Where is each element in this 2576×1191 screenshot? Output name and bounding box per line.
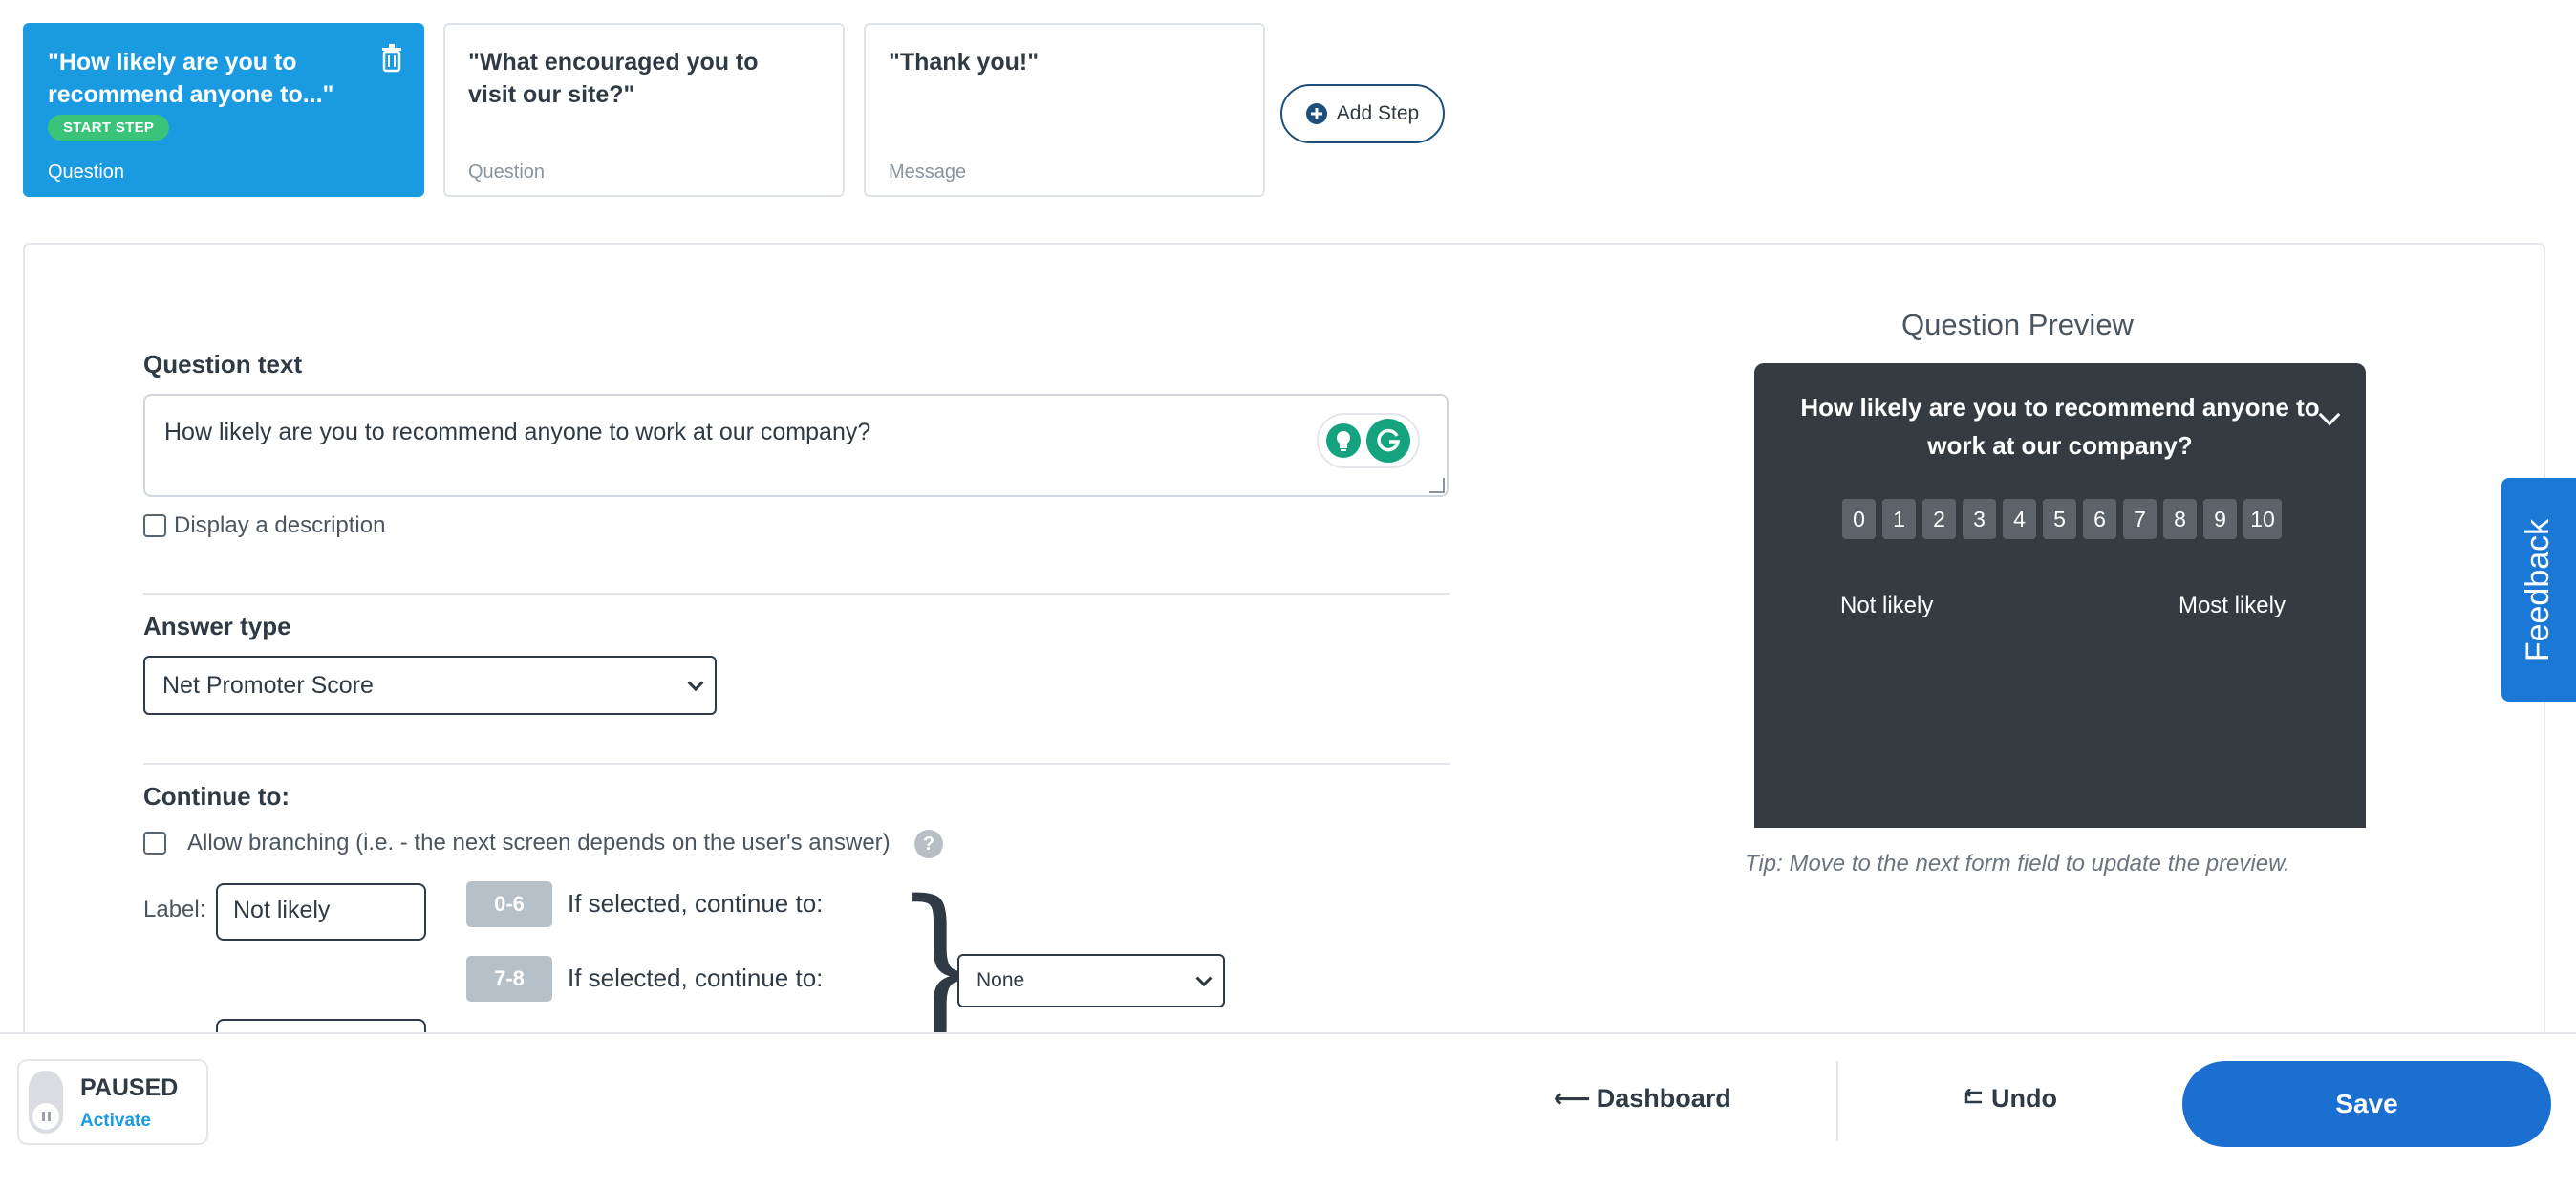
feedback-tab[interactable]: Feedback: [2501, 478, 2576, 702]
chevron-down-icon: [1195, 970, 1213, 987]
continue-to-label: Continue to:: [143, 782, 290, 811]
answer-type-select[interactable]: Net Promoter Score: [143, 656, 717, 715]
preview-title: Question Preview: [1901, 308, 2134, 341]
allow-branching-checkbox[interactable]: [143, 832, 166, 855]
grammarly-icon[interactable]: [1366, 419, 1410, 463]
answer-type-label: Answer type: [143, 612, 291, 640]
undo-label: Undo: [1991, 1084, 2057, 1113]
add-step-button[interactable]: Add Step: [1280, 84, 1445, 143]
continue-target-select[interactable]: None: [957, 954, 1225, 1007]
pause-toggle-switch[interactable]: [29, 1071, 63, 1134]
nps-option[interactable]: 10: [2243, 499, 2282, 539]
step-title: "How likely are you to recommend anyone …: [48, 49, 334, 108]
display-description-label: Display a description: [174, 512, 386, 538]
continue-target-value: None: [977, 969, 1025, 991]
step-kind: Question: [48, 162, 125, 183]
nps-option[interactable]: 0: [1842, 499, 1876, 539]
plus-circle-icon: [1305, 103, 1327, 124]
footer-divider: [1836, 1061, 1838, 1141]
step-title: "Thank you!": [889, 49, 1040, 76]
label-caption: Label:: [143, 897, 206, 922]
step-card-3[interactable]: "Thank you!" Message: [864, 23, 1265, 197]
step-card-1[interactable]: "How likely are you to recommend anyone …: [23, 23, 424, 197]
dashboard-label: Dashboard: [1596, 1084, 1731, 1113]
status-text: PAUSED: [80, 1074, 179, 1101]
range-continue-text: If selected, continue to:: [568, 889, 824, 918]
range-continue-text: If selected, continue to:: [568, 964, 824, 992]
writing-assistant-tools[interactable]: [1317, 413, 1420, 468]
dashboard-link[interactable]: ⟵ Dashboard: [1554, 1084, 1731, 1114]
nps-option[interactable]: 7: [2123, 499, 2157, 539]
nps-option[interactable]: 5: [2043, 499, 2076, 539]
arrow-left-icon: ⟵: [1554, 1084, 1591, 1113]
step-card-2[interactable]: "What encouraged you to visit our site?"…: [443, 23, 845, 197]
display-description-checkbox[interactable]: [143, 514, 166, 537]
chevron-down-icon: [687, 675, 704, 692]
label-input-not-likely[interactable]: Not likely: [216, 883, 426, 941]
nps-option[interactable]: 1: [1882, 499, 1916, 539]
preview-question: How likely are you to recommend anyone t…: [1800, 393, 2320, 460]
allow-branching-label: Allow branching (i.e. - the next screen …: [187, 830, 891, 855]
step-title: "What encouraged you to visit our site?": [468, 49, 759, 108]
step-kind: Message: [889, 162, 967, 183]
nps-option[interactable]: 9: [2203, 499, 2237, 539]
nps-option[interactable]: 2: [1922, 499, 1956, 539]
help-icon[interactable]: ?: [914, 830, 943, 858]
lightbulb-icon[interactable]: [1326, 423, 1361, 458]
question-text-input[interactable]: How likely are you to recommend anyone t…: [143, 394, 1449, 497]
trash-icon[interactable]: [380, 44, 403, 73]
nps-low-label: Not likely: [1840, 593, 1934, 618]
range-badge-0-6: 0-6: [466, 881, 552, 927]
section-divider: [143, 763, 1450, 765]
answer-type-value: Net Promoter Score: [162, 671, 374, 699]
undo-button[interactable]: Undo: [1963, 1084, 2057, 1114]
activate-link[interactable]: Activate: [80, 1111, 151, 1132]
nps-option[interactable]: 8: [2163, 499, 2197, 539]
preview-tip: Tip: Move to the next form field to upda…: [1745, 851, 2290, 877]
feedback-label: Feedback: [2520, 518, 2557, 661]
pause-icon: [32, 1103, 59, 1130]
add-step-label: Add Step: [1336, 102, 1420, 124]
question-text-label: Question text: [143, 350, 303, 379]
question-preview: How likely are you to recommend anyone t…: [1754, 363, 2366, 828]
undo-icon: [1964, 1088, 1982, 1103]
nps-high-label: Most likely: [2178, 593, 2286, 618]
nps-option[interactable]: 6: [2083, 499, 2116, 539]
status-toggle[interactable]: PAUSED Activate: [17, 1059, 208, 1145]
nps-option[interactable]: 4: [2003, 499, 2036, 539]
nps-option[interactable]: 3: [1963, 499, 1996, 539]
resize-handle-icon[interactable]: [1429, 478, 1445, 493]
section-divider: [143, 593, 1450, 595]
step-kind: Question: [468, 162, 546, 183]
start-step-badge: START STEP: [48, 115, 170, 141]
nps-scale: 0 1 2 3 4 5 6 7 8 9 10: [1842, 499, 2282, 539]
save-button[interactable]: Save: [2182, 1061, 2551, 1147]
range-badge-7-8: 7-8: [466, 956, 552, 1002]
footer-bar: PAUSED Activate ⟵ Dashboard Undo Save: [0, 1032, 2576, 1191]
